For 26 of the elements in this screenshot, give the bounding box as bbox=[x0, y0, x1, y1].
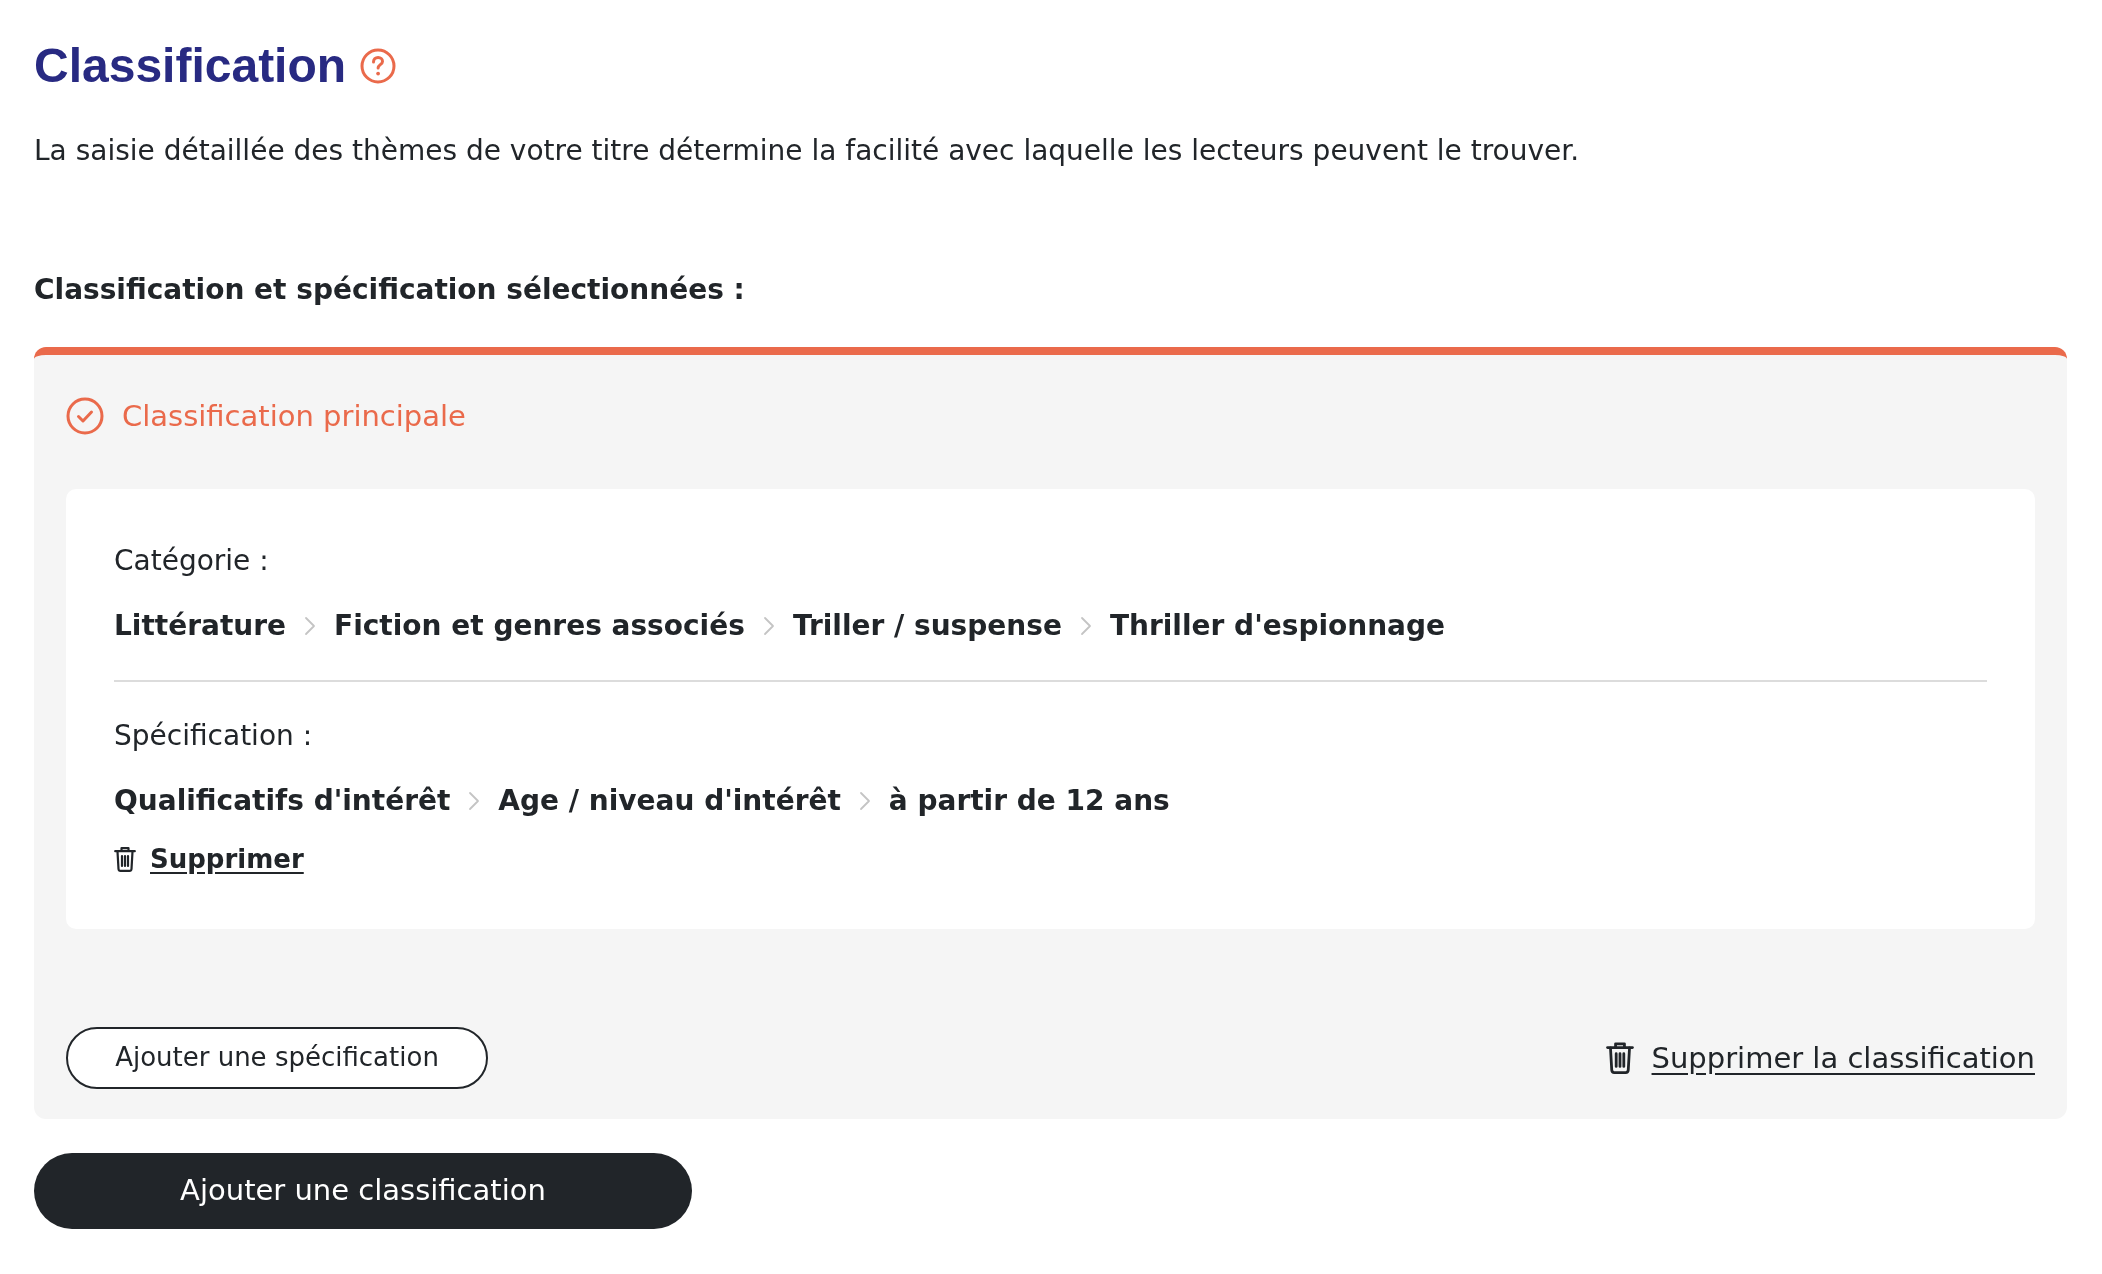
trash-icon bbox=[1605, 1041, 1634, 1075]
category-path-item: Thriller d'espionnage bbox=[1109, 607, 1446, 644]
field-label: Spécification : bbox=[114, 717, 314, 754]
specification-path-item: à partir de 12 ans bbox=[888, 782, 1170, 819]
trash-icon bbox=[114, 845, 136, 872]
chevron-icon bbox=[858, 790, 871, 811]
help-icon bbox=[360, 48, 397, 85]
chevron-icon bbox=[304, 615, 317, 636]
add-specification-button[interactable]: Ajouter une spécification bbox=[66, 1026, 488, 1089]
delete-classification-link[interactable]: Supprimer la classification bbox=[1651, 1037, 2035, 1078]
section-heading: Classification et spécification sélectionnées : bbox=[34, 272, 746, 309]
delete-link[interactable]: Supprimer bbox=[150, 840, 304, 877]
chevron-icon bbox=[762, 615, 775, 636]
check-circle-icon bbox=[66, 396, 104, 435]
category-path-item: Littérature bbox=[114, 607, 287, 644]
add-classification-button[interactable]: Ajouter une classification bbox=[34, 1152, 692, 1229]
field-label: Catégorie : bbox=[114, 542, 270, 579]
chevron-icon bbox=[468, 790, 481, 811]
classification-label: Classification principale bbox=[122, 397, 466, 435]
category-path-item: Triller / suspense bbox=[792, 607, 1062, 644]
specification-path-item: Qualificatifs d'intérêt bbox=[114, 782, 451, 819]
specification-path-item: Age / niveau d'intérêt bbox=[498, 782, 841, 819]
category-path-item: Fiction et genres associés bbox=[334, 607, 745, 644]
chevron-icon bbox=[1079, 615, 1092, 636]
description-text: La saisie détaillée des thèmes de votre titre détermine la facilité avec laquelle les lecteurs peuvent le trouver. bbox=[34, 132, 1581, 169]
page-title: Classification bbox=[34, 40, 347, 93]
